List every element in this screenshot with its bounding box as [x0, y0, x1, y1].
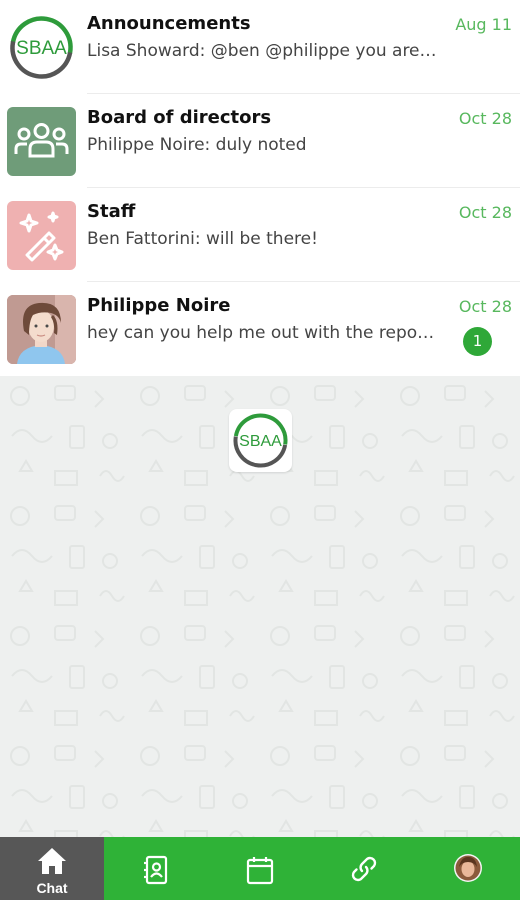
tab-contacts[interactable]: [104, 837, 208, 900]
sbaa-logo: SBAA: [229, 409, 292, 472]
group-icon: [7, 107, 76, 176]
logo-text: SBAA: [239, 433, 282, 450]
tab-profile[interactable]: [416, 837, 520, 900]
chat-row-announcements[interactable]: SBAA Announcements Lisa Showard: @ben @p…: [0, 0, 520, 94]
profile-avatar-icon: [453, 853, 483, 887]
chat-date: Aug 11: [455, 15, 512, 34]
tab-label: Chat: [36, 880, 68, 896]
chat-wallpaper: SBAA: [0, 376, 520, 837]
home-icon: [36, 846, 68, 880]
calendar-icon: [246, 855, 274, 889]
chat-preview: Lisa Showard: @ben @philippe you are nee…: [87, 41, 437, 61]
sbaa-logo-icon: SBAA: [7, 13, 76, 82]
chat-title: Announcements: [87, 13, 251, 34]
contacts-icon: [143, 855, 169, 889]
chat-title: Staff: [87, 201, 136, 222]
bottom-nav: Chat: [0, 837, 520, 900]
link-icon: [349, 854, 379, 888]
chat-date: Oct 28: [458, 109, 512, 128]
chat-row-board-of-directors[interactable]: Board of directors Philippe Noire: duly …: [0, 94, 520, 188]
avatar-logo-text: SBAA: [16, 38, 67, 59]
tab-chat[interactable]: Chat: [0, 837, 104, 900]
chat-date: Oct 28: [458, 297, 512, 316]
chat-list: SBAA Announcements Lisa Showard: @ben @p…: [0, 0, 520, 376]
magic-wand-icon: [7, 201, 76, 270]
chat-preview: Ben Fattorini: will be there!: [87, 229, 318, 249]
chat-row-staff[interactable]: Staff Ben Fattorini: will be there! Oct …: [0, 188, 520, 282]
chat-row-philippe-noire[interactable]: Philippe Noire hey can you help me out w…: [0, 282, 520, 376]
tab-calendar[interactable]: [208, 837, 312, 900]
chat-preview: hey can you help me out with the report?: [87, 323, 437, 343]
chat-title: Board of directors: [87, 107, 272, 128]
chat-preview: Philippe Noire: duly noted: [87, 135, 307, 155]
person-photo: [7, 295, 76, 364]
chat-title: Philippe Noire: [87, 295, 231, 316]
chat-date: Oct 28: [458, 203, 512, 222]
unread-badge: 1: [463, 327, 492, 356]
tab-links[interactable]: [312, 837, 416, 900]
